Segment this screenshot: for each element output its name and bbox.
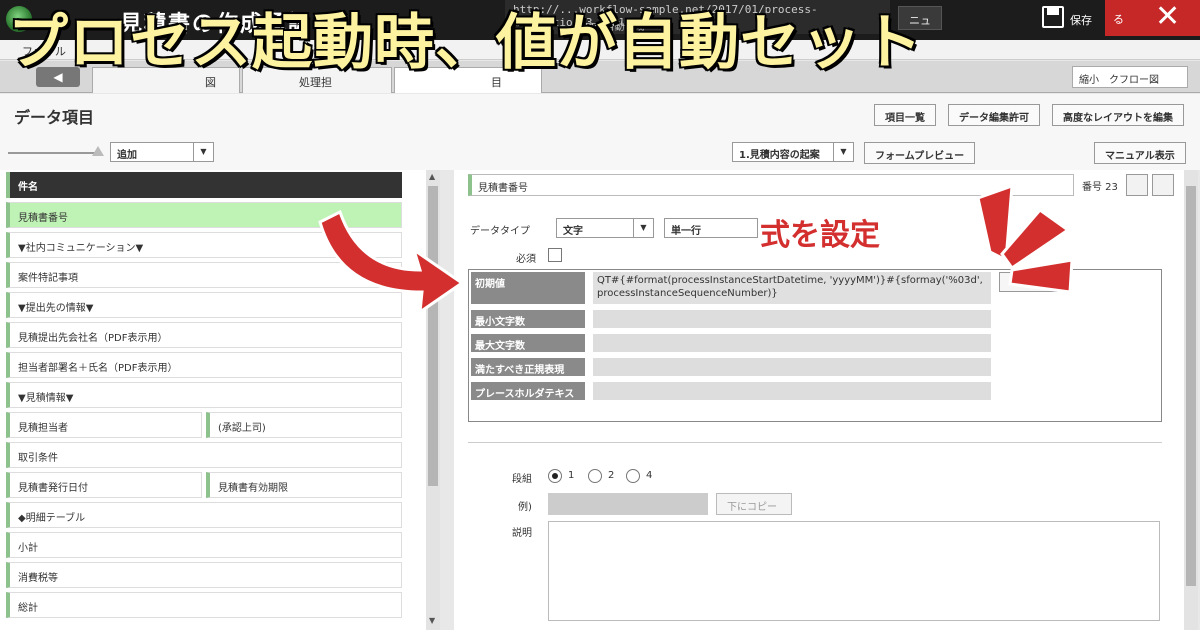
headline-overlay: プロセス起動時、値が自動セット: [7, 7, 924, 80]
arrow-right-mid: [1000, 207, 1071, 271]
arrow-left: [318, 209, 465, 316]
annotation-arrows: [318, 183, 1074, 316]
callout-text: 式を設定: [760, 218, 880, 253]
